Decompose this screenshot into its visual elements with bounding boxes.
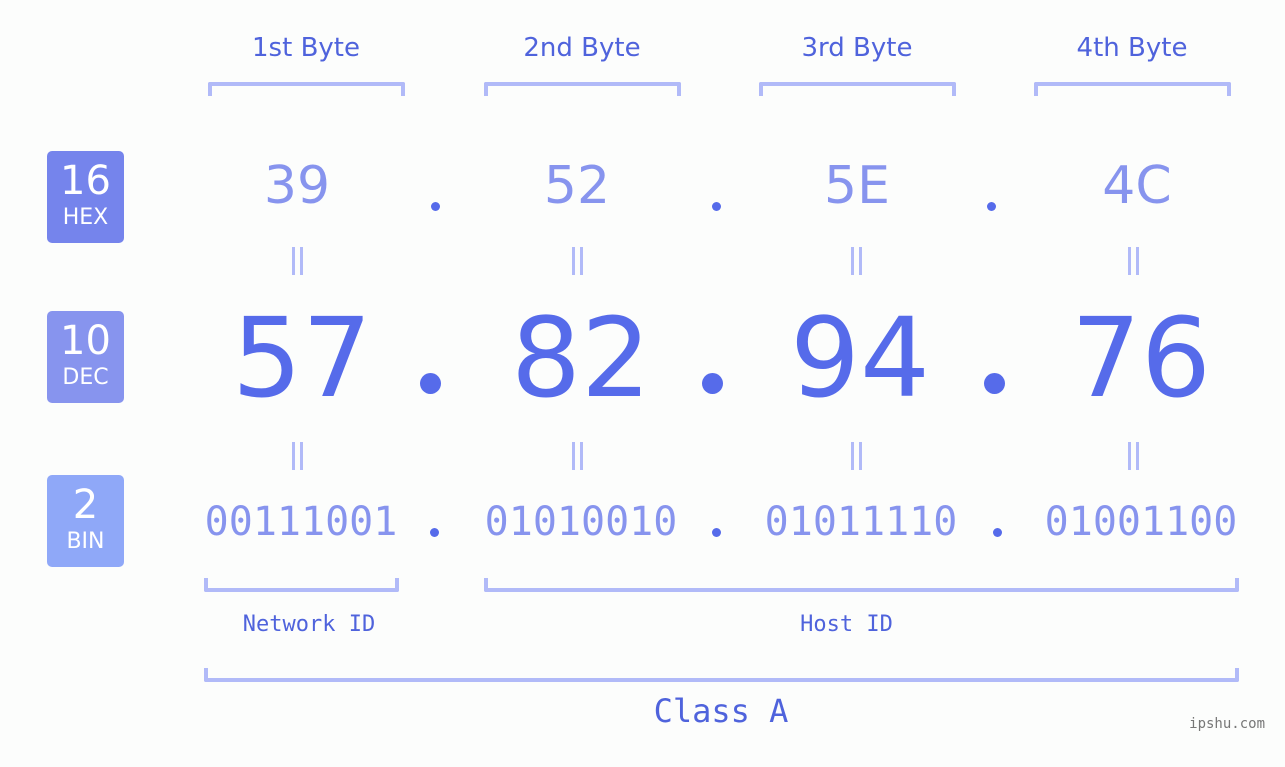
- equals-marker: [570, 247, 584, 275]
- byte-bracket-1: [208, 82, 405, 96]
- dec-badge: 10 DEC: [47, 311, 124, 403]
- equals-marker: [570, 442, 584, 470]
- byte-header-1: 1st Byte: [252, 33, 360, 63]
- dec-value-2: 82: [511, 294, 651, 422]
- byte-header-3: 3rd Byte: [801, 33, 913, 63]
- hex-badge: 16 HEX: [47, 151, 124, 243]
- equals-marker: [849, 442, 863, 470]
- hex-value-4: 4C: [1102, 156, 1172, 216]
- dec-separator-dot: [420, 373, 441, 394]
- hex-value-3: 5E: [824, 156, 890, 216]
- bin-value-3: 01011110: [764, 499, 958, 545]
- bin-value-4: 01001100: [1044, 499, 1238, 545]
- dec-value-1: 57: [232, 294, 372, 422]
- bin-base-number: 2: [72, 482, 99, 528]
- byte-bracket-2: [484, 82, 681, 96]
- dec-base-name: DEC: [62, 365, 109, 390]
- bin-separator-dot: [993, 528, 1002, 537]
- dec-separator-dot: [702, 373, 723, 394]
- equals-marker: [849, 247, 863, 275]
- hex-base-name: HEX: [62, 205, 109, 230]
- dec-base-number: 10: [60, 318, 111, 364]
- equals-marker: [290, 247, 304, 275]
- watermark: ipshu.com: [1189, 716, 1265, 732]
- equals-marker: [1126, 247, 1140, 275]
- byte-bracket-3: [759, 82, 956, 96]
- hex-separator-dot: [431, 202, 440, 211]
- hex-separator-dot: [987, 202, 996, 211]
- equals-marker: [1126, 442, 1140, 470]
- bin-separator-dot: [712, 528, 721, 537]
- bin-badge: 2 BIN: [47, 475, 124, 567]
- equals-marker: [290, 442, 304, 470]
- host-id-label: Host ID: [800, 612, 893, 637]
- dec-value-3: 94: [790, 294, 930, 422]
- dec-value-4: 76: [1071, 294, 1211, 422]
- hex-value-1: 39: [263, 156, 331, 216]
- network-id-bracket: [204, 578, 399, 592]
- hex-base-number: 16: [60, 158, 111, 204]
- dec-separator-dot: [984, 373, 1005, 394]
- hex-value-2: 52: [543, 156, 611, 216]
- ip-class-label: Class A: [653, 692, 789, 730]
- hex-separator-dot: [712, 202, 721, 211]
- host-id-bracket: [484, 578, 1239, 592]
- byte-bracket-4: [1034, 82, 1231, 96]
- bin-value-1: 00111001: [204, 499, 398, 545]
- bin-value-2: 01010010: [484, 499, 678, 545]
- bin-separator-dot: [430, 528, 439, 537]
- bin-base-name: BIN: [66, 529, 105, 554]
- class-bracket: [204, 668, 1239, 682]
- byte-header-2: 2nd Byte: [523, 33, 641, 63]
- byte-header-4: 4th Byte: [1076, 33, 1188, 63]
- network-id-label: Network ID: [242, 612, 376, 637]
